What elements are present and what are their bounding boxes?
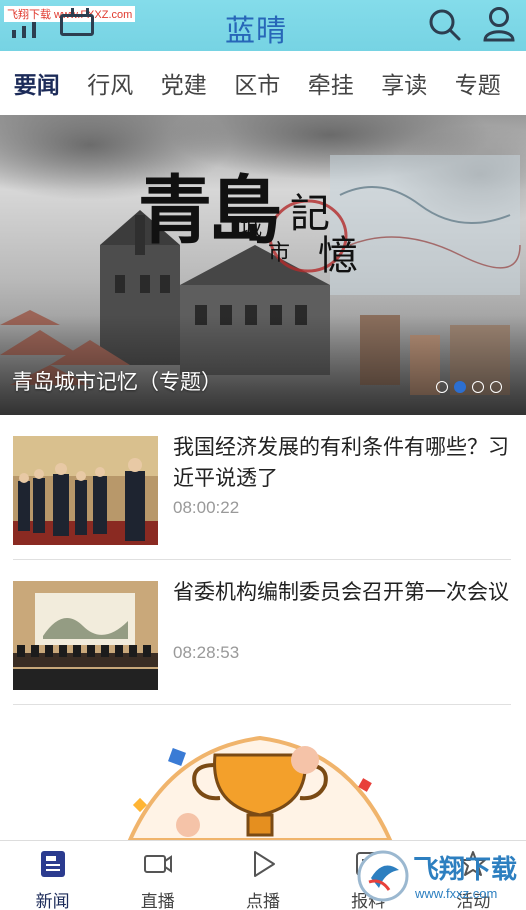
news-time: 08:00:22 [173, 498, 240, 517]
tab-qiangua[interactable]: 牵挂 [294, 66, 368, 100]
news-thumbnail [13, 436, 158, 545]
banner-carousel[interactable]: 青島 城 市 記 憶 青岛城市记忆（专题） [0, 115, 526, 415]
category-tabs: 要闻 行风 党建 区市 牵挂 享读 专题 [0, 51, 526, 115]
carousel-dot[interactable] [490, 381, 502, 393]
tab-xingfeng[interactable]: 行风 [74, 66, 148, 100]
news-item[interactable]: 我国经济发展的有利条件有哪些？习近平说透了 08:00:22 [13, 415, 511, 560]
nav-label: 直播 [140, 892, 175, 910]
play-icon [253, 851, 275, 877]
banner-caption[interactable]: 青岛城市记忆（专题） [12, 366, 222, 396]
nav-vod[interactable]: 点播 [210, 841, 315, 910]
user-icon[interactable] [482, 6, 516, 42]
nav-live[interactable]: 直播 [105, 841, 210, 910]
news-thumbnail [13, 581, 158, 690]
tv-icon[interactable] [60, 8, 94, 36]
watermark-url: www.fxxz.com [414, 886, 497, 901]
tab-qushi[interactable]: 区市 [221, 66, 295, 100]
tab-xiangdu[interactable]: 享读 [368, 66, 442, 100]
carousel-dot-active[interactable] [454, 381, 466, 393]
news-title[interactable]: 我国经济发展的有利条件有哪些？习近平说透了 [173, 432, 509, 494]
nav-label: 新闻 [35, 892, 70, 910]
news-time: 08:28:53 [173, 643, 240, 662]
app-logo: 蓝晴 [225, 14, 287, 49]
nav-news[interactable]: 新闻 [0, 841, 105, 910]
tab-yaowen[interactable]: 要闻 [0, 66, 74, 100]
carousel-indicator [436, 381, 502, 393]
carousel-dot[interactable] [472, 381, 484, 393]
news-icon [40, 851, 65, 877]
banner-art-char-4: 憶 [318, 233, 358, 279]
banner-art-char-1: 城 [240, 216, 263, 241]
news-item[interactable]: 省委机构编制委员会召开第一次会议 08:28:53 [13, 560, 511, 705]
watermark-brand: 飞翔下载 [413, 855, 517, 885]
banner-art-char-2: 市 [268, 241, 291, 266]
carousel-dot[interactable] [436, 381, 448, 393]
nav-label: 点播 [245, 892, 280, 910]
tab-dangjian[interactable]: 党建 [147, 66, 221, 100]
trophy-illustration [127, 735, 393, 840]
watermark-logo: 飞翔下载 www.fxxz.com [357, 850, 517, 902]
search-icon[interactable] [428, 8, 462, 42]
video-camera-icon [143, 855, 172, 873]
signal-bars-icon[interactable] [12, 18, 50, 38]
tab-zhuanti[interactable]: 专题 [441, 66, 515, 100]
news-title[interactable]: 省委机构编制委员会召开第一次会议 [173, 577, 509, 608]
app-header: 飞翔下载 www.FXXZ.com 蓝晴 [0, 0, 526, 51]
